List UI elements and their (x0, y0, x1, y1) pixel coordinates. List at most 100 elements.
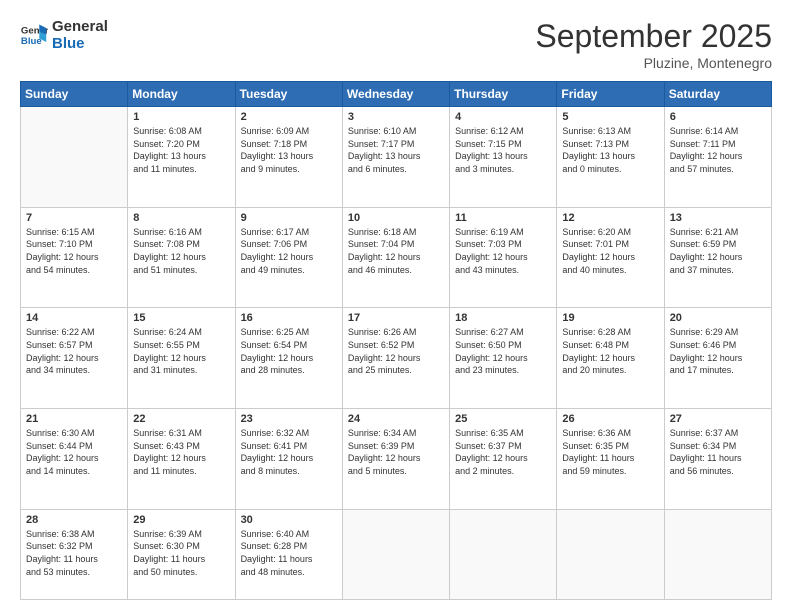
calendar-cell: 2Sunrise: 6:09 AM Sunset: 7:18 PM Daylig… (235, 107, 342, 208)
day-number: 26 (562, 413, 658, 425)
calendar-cell: 23 Sunrise: 6:32 AM Sunset: 6:41 PM Dayli… (235, 409, 342, 510)
calendar-cell: 10Sunrise: 6:18 AM Sunset: 7:04 PM Dayli… (342, 207, 449, 308)
svg-text:Blue: Blue (21, 36, 42, 47)
day-info: Sunrise: 6:35 AM Sunset: 6:37 PM Dayligh… (455, 427, 551, 477)
calendar-cell: 4Sunrise: 6:12 AM Sunset: 7:15 PM Daylig… (450, 107, 557, 208)
day-number: 6 (670, 111, 766, 123)
day-info: Sunrise: 6:27 AM Sunset: 6:50 PM Dayligh… (455, 326, 551, 376)
calendar-cell: 11 Sunrise: 6:19 AM Sunset: 7:03 PM Dayli… (450, 207, 557, 308)
calendar-cell: 28 Sunrise: 6:38 AM Sunset: 6:32 PM Dayli… (21, 509, 128, 599)
calendar-cell: 5 Sunrise: 6:13 AM Sunset: 7:13 PM Daylig… (557, 107, 664, 208)
day-number: 9 (241, 212, 337, 224)
calendar-cell (450, 509, 557, 599)
day-number: 18 (455, 312, 551, 324)
day-number: 8 (133, 212, 229, 224)
day-number: 14 (26, 312, 122, 324)
day-number: 15 (133, 312, 229, 324)
day-info: Sunrise: 6:15 AM Sunset: 7:10 PM Dayligh… (26, 226, 122, 276)
day-info: Sunrise: 6:26 AM Sunset: 6:52 PM Dayligh… (348, 326, 444, 376)
day-number: 25 (455, 413, 551, 425)
calendar-cell (21, 107, 128, 208)
calendar-cell (342, 509, 449, 599)
calendar-cell: 21 Sunrise: 6:30 AM Sunset: 6:44 PM Dayli… (21, 409, 128, 510)
calendar-cell: 16 Sunrise: 6:25 AM Sunset: 6:54 PM Dayli… (235, 308, 342, 409)
day-number: 24 (348, 413, 444, 425)
col-header-thursday: Thursday (450, 82, 557, 107)
logo-blue: Blue (52, 35, 108, 52)
day-number: 27 (670, 413, 766, 425)
calendar-cell: 22Sunrise: 6:31 AM Sunset: 6:43 PM Dayli… (128, 409, 235, 510)
day-number: 13 (670, 212, 766, 224)
day-number: 23 (241, 413, 337, 425)
day-number: 16 (241, 312, 337, 324)
calendar-cell: 17 Sunrise: 6:26 AM Sunset: 6:52 PM Dayli… (342, 308, 449, 409)
day-number: 7 (26, 212, 122, 224)
calendar-cell: 3 Sunrise: 6:10 AM Sunset: 7:17 PM Daylig… (342, 107, 449, 208)
calendar-cell: 24 Sunrise: 6:34 AM Sunset: 6:39 PM Dayli… (342, 409, 449, 510)
day-info: Sunrise: 6:25 AM Sunset: 6:54 PM Dayligh… (241, 326, 337, 376)
day-info: Sunrise: 6:34 AM Sunset: 6:39 PM Dayligh… (348, 427, 444, 477)
day-info: Sunrise: 6:13 AM Sunset: 7:13 PM Dayligh… (562, 125, 658, 175)
day-number: 19 (562, 312, 658, 324)
day-info: Sunrise: 6:22 AM Sunset: 6:57 PM Dayligh… (26, 326, 122, 376)
day-number: 28 (26, 514, 122, 526)
month-title: September 2025 (535, 18, 772, 55)
calendar-cell (557, 509, 664, 599)
col-header-saturday: Saturday (664, 82, 771, 107)
header: General Blue General Blue September 2025… (20, 18, 772, 71)
day-info: Sunrise: 6:16 AM Sunset: 7:08 PM Dayligh… (133, 226, 229, 276)
title-block: September 2025 Pluzine, Montenegro (535, 18, 772, 71)
day-number: 21 (26, 413, 122, 425)
calendar-cell: 13 Sunrise: 6:21 AM Sunset: 6:59 PM Dayli… (664, 207, 771, 308)
day-number: 5 (562, 111, 658, 123)
day-number: 11 (455, 212, 551, 224)
day-info: Sunrise: 6:32 AM Sunset: 6:41 PM Dayligh… (241, 427, 337, 477)
week-row-2: 7 Sunrise: 6:15 AM Sunset: 7:10 PM Daylig… (21, 207, 772, 308)
day-info: Sunrise: 6:37 AM Sunset: 6:34 PM Dayligh… (670, 427, 766, 477)
day-number: 12 (562, 212, 658, 224)
calendar-cell: 20Sunrise: 6:29 AM Sunset: 6:46 PM Dayli… (664, 308, 771, 409)
day-info: Sunrise: 6:08 AM Sunset: 7:20 PM Dayligh… (133, 125, 229, 175)
day-info: Sunrise: 6:19 AM Sunset: 7:03 PM Dayligh… (455, 226, 551, 276)
day-number: 10 (348, 212, 444, 224)
calendar-cell: 29Sunrise: 6:39 AM Sunset: 6:30 PM Dayli… (128, 509, 235, 599)
col-header-sunday: Sunday (21, 82, 128, 107)
calendar-table: SundayMondayTuesdayWednesdayThursdayFrid… (20, 81, 772, 600)
day-info: Sunrise: 6:14 AM Sunset: 7:11 PM Dayligh… (670, 125, 766, 175)
day-info: Sunrise: 6:36 AM Sunset: 6:35 PM Dayligh… (562, 427, 658, 477)
week-row-5: 28 Sunrise: 6:38 AM Sunset: 6:32 PM Dayli… (21, 509, 772, 599)
calendar-cell: 15 Sunrise: 6:24 AM Sunset: 6:55 PM Dayli… (128, 308, 235, 409)
day-info: Sunrise: 6:10 AM Sunset: 7:17 PM Dayligh… (348, 125, 444, 175)
calendar-cell: 25 Sunrise: 6:35 AM Sunset: 6:37 PM Dayli… (450, 409, 557, 510)
calendar-cell: 14 Sunrise: 6:22 AM Sunset: 6:57 PM Dayli… (21, 308, 128, 409)
calendar-cell: 27 Sunrise: 6:37 AM Sunset: 6:34 PM Dayli… (664, 409, 771, 510)
day-number: 22 (133, 413, 229, 425)
calendar-cell: 19Sunrise: 6:28 AM Sunset: 6:48 PM Dayli… (557, 308, 664, 409)
location: Pluzine, Montenegro (535, 55, 772, 71)
week-row-3: 14 Sunrise: 6:22 AM Sunset: 6:57 PM Dayli… (21, 308, 772, 409)
day-info: Sunrise: 6:38 AM Sunset: 6:32 PM Dayligh… (26, 528, 122, 578)
day-info: Sunrise: 6:21 AM Sunset: 6:59 PM Dayligh… (670, 226, 766, 276)
day-number: 1 (133, 111, 229, 123)
calendar-cell: 7 Sunrise: 6:15 AM Sunset: 7:10 PM Daylig… (21, 207, 128, 308)
day-info: Sunrise: 6:20 AM Sunset: 7:01 PM Dayligh… (562, 226, 658, 276)
calendar-cell: 26 Sunrise: 6:36 AM Sunset: 6:35 PM Dayli… (557, 409, 664, 510)
day-info: Sunrise: 6:09 AM Sunset: 7:18 PM Dayligh… (241, 125, 337, 175)
logo: General Blue General Blue (20, 18, 108, 53)
calendar-header-row: SundayMondayTuesdayWednesdayThursdayFrid… (21, 82, 772, 107)
logo-icon: General Blue (20, 21, 48, 49)
day-number: 3 (348, 111, 444, 123)
day-number: 17 (348, 312, 444, 324)
col-header-monday: Monday (128, 82, 235, 107)
day-info: Sunrise: 6:17 AM Sunset: 7:06 PM Dayligh… (241, 226, 337, 276)
calendar-cell: 6 Sunrise: 6:14 AM Sunset: 7:11 PM Daylig… (664, 107, 771, 208)
day-info: Sunrise: 6:40 AM Sunset: 6:28 PM Dayligh… (241, 528, 337, 578)
calendar-cell (664, 509, 771, 599)
day-info: Sunrise: 6:30 AM Sunset: 6:44 PM Dayligh… (26, 427, 122, 477)
day-info: Sunrise: 6:29 AM Sunset: 6:46 PM Dayligh… (670, 326, 766, 376)
calendar-cell: 30Sunrise: 6:40 AM Sunset: 6:28 PM Dayli… (235, 509, 342, 599)
calendar-cell: 12 Sunrise: 6:20 AM Sunset: 7:01 PM Dayli… (557, 207, 664, 308)
calendar-cell: 1 Sunrise: 6:08 AM Sunset: 7:20 PM Daylig… (128, 107, 235, 208)
col-header-wednesday: Wednesday (342, 82, 449, 107)
day-info: Sunrise: 6:24 AM Sunset: 6:55 PM Dayligh… (133, 326, 229, 376)
